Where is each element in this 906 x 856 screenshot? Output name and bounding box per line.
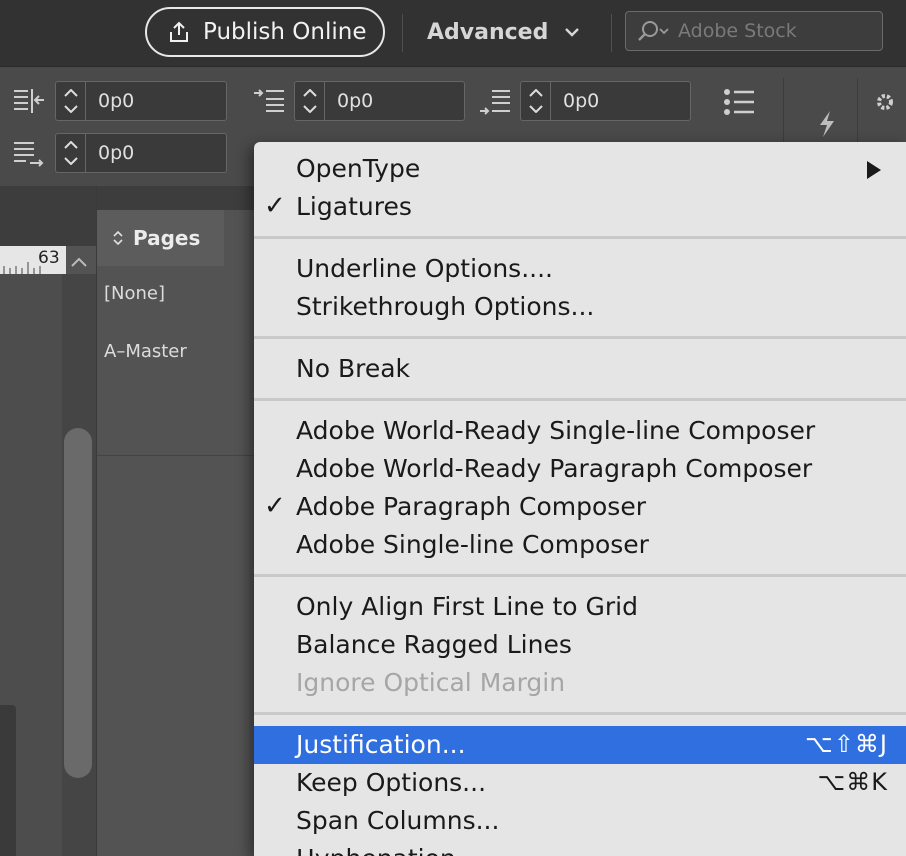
last-line-indent-input[interactable]: [85, 133, 227, 173]
menu-item-label: Balance Ragged Lines: [296, 630, 572, 659]
lightning-icon[interactable]: [810, 109, 844, 139]
menu-item-align-first-line-grid[interactable]: Only Align First Line to Grid: [254, 588, 906, 626]
publish-online-button[interactable]: Publish Online: [145, 7, 385, 57]
stepper[interactable]: [520, 81, 550, 121]
tab-pages[interactable]: Pages: [97, 210, 224, 266]
menu-item-label: Keep Options...: [296, 768, 487, 797]
workspace-label: Advanced: [427, 19, 549, 45]
chevron-up-icon[interactable]: [62, 252, 96, 272]
collapse-toggle-icon: [113, 230, 123, 246]
menu-item-label: No Break: [296, 354, 411, 383]
menu-item-label: Strikethrough Options...: [296, 292, 595, 321]
space-before-field[interactable]: [294, 81, 465, 121]
stepper[interactable]: [55, 81, 85, 121]
menu-item-shortcut: ⌥⌘K: [817, 768, 888, 796]
master-item-none[interactable]: [None]: [104, 283, 165, 304]
chevron-up-icon[interactable]: [63, 141, 78, 150]
chevron-down-icon[interactable]: [528, 104, 543, 113]
menu-item-underline-options[interactable]: Underline Options....: [254, 250, 906, 288]
menu-item-opentype[interactable]: OpenType: [254, 150, 906, 188]
menu-item-ligatures[interactable]: ✓ Ligatures: [254, 188, 906, 226]
chevron-up-icon[interactable]: [528, 89, 543, 98]
bulleted-list-icon[interactable]: [722, 87, 756, 117]
publish-online-label: Publish Online: [203, 19, 367, 45]
adobe-stock-search[interactable]: [625, 11, 883, 51]
right-indent-icon: [14, 89, 44, 113]
paragraph-panel-menu: OpenType ✓ Ligatures Underline Options..…: [254, 142, 906, 856]
menu-item-world-ready-paragraph[interactable]: Adobe World-Ready Paragraph Composer: [254, 450, 906, 488]
menu-item-label: Hyphenation...: [296, 844, 480, 856]
workspace-switcher[interactable]: Advanced: [427, 14, 580, 50]
last-line-indent-field[interactable]: [55, 133, 227, 173]
last-line-indent-icon: [14, 142, 44, 167]
menu-item-ignore-optical-margin: Ignore Optical Margin: [254, 664, 906, 702]
submenu-arrow-icon: [867, 161, 881, 179]
collapsed-panel[interactable]: [0, 705, 16, 856]
menu-item-balance-ragged-lines[interactable]: Balance Ragged Lines: [254, 626, 906, 664]
space-before-input[interactable]: [324, 81, 465, 121]
menu-separator: [254, 574, 906, 577]
menu-item-label: Ignore Optical Margin: [296, 668, 566, 697]
right-indent-field[interactable]: [55, 81, 227, 121]
checkmark-icon: ✓: [264, 491, 286, 521]
menu-item-shortcut: ⌥⇧⌘J: [805, 730, 888, 758]
menu-item-hyphenation[interactable]: Hyphenation...: [254, 840, 906, 856]
search-input[interactable]: [676, 19, 870, 43]
menu-item-label: Only Align First Line to Grid: [296, 592, 638, 621]
menu-item-adobe-paragraph-composer[interactable]: ✓ Adobe Paragraph Composer: [254, 488, 906, 526]
document-tab-strip: [0, 186, 96, 246]
menu-item-label: Span Columns...: [296, 806, 500, 835]
app-header: Publish Online Advanced: [0, 0, 906, 66]
menu-item-label: Underline Options....: [296, 254, 553, 283]
menu-item-no-break[interactable]: No Break: [254, 350, 906, 388]
stepper[interactable]: [55, 133, 85, 173]
menu-item-world-ready-single-line[interactable]: Adobe World-Ready Single-line Composer: [254, 412, 906, 450]
checkmark-icon: ✓: [264, 191, 286, 221]
pages-panel-title: Pages: [133, 226, 201, 250]
chevron-up-icon[interactable]: [63, 89, 78, 98]
menu-separator: [254, 236, 906, 239]
chevron-down-icon[interactable]: [63, 156, 78, 165]
pages-panel: [97, 210, 255, 856]
chevron-down-icon[interactable]: [63, 104, 78, 113]
menu-item-label: Adobe World-Ready Paragraph Composer: [296, 454, 813, 483]
menu-item-label: OpenType: [296, 154, 421, 183]
menu-item-justification[interactable]: Justification... ⌥⇧⌘J: [254, 726, 906, 764]
chevron-up-icon[interactable]: [302, 89, 317, 98]
ruler-number: 63: [38, 248, 60, 268]
space-before-icon: [254, 89, 284, 112]
space-after-input[interactable]: [550, 81, 691, 121]
chevron-down-icon: [565, 28, 580, 37]
divider: [97, 455, 255, 456]
menu-item-label: Adobe World-Ready Single-line Composer: [296, 416, 816, 445]
divider: [611, 14, 612, 52]
space-after-icon: [480, 90, 510, 115]
menu-item-label: Adobe Single-line Composer: [296, 530, 649, 559]
menu-separator: [254, 336, 906, 339]
upload-icon: [170, 21, 188, 42]
menu-item-label: Adobe Paragraph Composer: [296, 492, 646, 521]
chevron-down-icon[interactable]: [302, 104, 317, 113]
gear-icon[interactable]: [868, 87, 902, 117]
space-after-field[interactable]: [520, 81, 691, 121]
menu-separator: [254, 398, 906, 401]
master-item-a-master[interactable]: A–Master: [104, 341, 187, 362]
scrollbar-thumb[interactable]: [64, 428, 92, 778]
menu-item-label: Ligatures: [296, 192, 412, 221]
menu-item-span-columns[interactable]: Span Columns...: [254, 802, 906, 840]
menu-item-strikethrough-options[interactable]: Strikethrough Options...: [254, 288, 906, 326]
right-indent-input[interactable]: [85, 81, 227, 121]
menu-item-label: Justification...: [296, 730, 466, 759]
menu-separator: [254, 712, 906, 715]
divider: [402, 14, 403, 52]
menu-item-keep-options[interactable]: Keep Options... ⌥⌘K: [254, 764, 906, 802]
stepper[interactable]: [294, 81, 324, 121]
menu-item-adobe-single-line-composer[interactable]: Adobe Single-line Composer: [254, 526, 906, 564]
search-icon: [638, 21, 669, 41]
